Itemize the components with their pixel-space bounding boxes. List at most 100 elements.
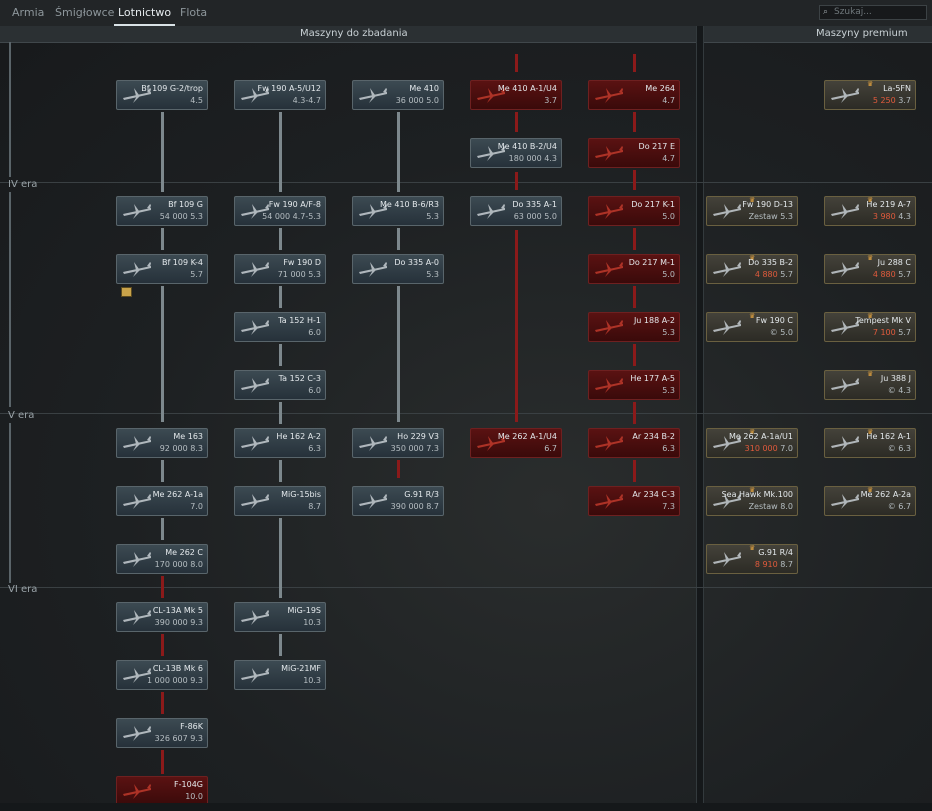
vehicle-card[interactable]: ♛ Fw 190 D-13 Zestaw 5.3	[706, 196, 798, 226]
vehicle-card[interactable]: Do 217 K-1 5.0	[588, 196, 680, 226]
vehicle-card[interactable]: Me 264 4.7	[588, 80, 680, 110]
vehicle-card[interactable]: Ju 188 A-2 5.3	[588, 312, 680, 342]
vehicle-info: 6.7	[544, 444, 557, 453]
vehicle-card[interactable]: ♛ Tempest Mk V7 100 5.7	[824, 312, 916, 342]
vehicle-name: CL-13B Mk 6	[152, 664, 203, 673]
tab-smiglowce[interactable]: Śmigłowce	[55, 6, 114, 19]
vehicle-card[interactable]: Fw 190 D 71 000 5.3	[234, 254, 326, 284]
battle-rating: 4.7	[662, 96, 675, 105]
vehicle-card[interactable]: F-86K 326 607 9.3	[116, 718, 208, 748]
vehicle-cost: 180 000	[508, 154, 545, 163]
vehicle-card[interactable]: Me 410 B-6/R3 5.3	[352, 196, 444, 226]
premium-crown-icon: ♛	[749, 312, 756, 320]
aircraft-icon	[123, 436, 151, 451]
aircraft-icon	[595, 378, 623, 393]
vehicle-card[interactable]: Me 262 A-1a 7.0	[116, 486, 208, 516]
premium-crown-icon: ♛	[749, 544, 756, 552]
aircraft-icon	[241, 668, 269, 683]
vehicle-card[interactable]: Ta 152 H-1 6.0	[234, 312, 326, 342]
connector	[161, 460, 164, 482]
vehicle-card[interactable]: Fw 190 A-5/U12 4.3-4.7	[234, 80, 326, 110]
vehicle-card[interactable]: Bf 109 G-2/trop 4.5	[116, 80, 208, 110]
vehicle-info: 6.3	[308, 444, 321, 453]
vehicle-card[interactable]: G.91 R/3 390 000 8.7	[352, 486, 444, 516]
aircraft-icon	[713, 262, 741, 277]
tab-armia[interactable]: Armia	[12, 6, 44, 19]
vehicle-card[interactable]: Me 410 36 000 5.0	[352, 80, 444, 110]
modification-icon[interactable]	[121, 287, 132, 297]
tab-flota[interactable]: Flota	[180, 6, 207, 19]
connector	[161, 692, 164, 714]
connector	[397, 286, 400, 422]
research-header: Maszyny do zbadania	[300, 28, 408, 39]
vehicle-info: 4.7	[662, 154, 675, 163]
vehicle-info: 3.7	[544, 96, 557, 105]
aircraft-icon	[241, 494, 269, 509]
vehicle-card[interactable]: ♛ He 162 A-1 © 6.3	[824, 428, 916, 458]
connector	[633, 170, 636, 190]
vehicle-name: Me 410 A-1/U4	[497, 84, 557, 93]
connector	[161, 228, 164, 250]
vehicle-card[interactable]: Me 410 B-2/U4 180 000 4.3	[470, 138, 562, 168]
vehicle-card[interactable]: MiG-19S 10.3	[234, 602, 326, 632]
vehicle-card[interactable]: Fw 190 A/F-8 54 000 4.7-5.3	[234, 196, 326, 226]
battle-rating: 4.7	[662, 154, 675, 163]
battle-rating: 4.3	[898, 212, 911, 221]
vehicle-info: © 5.0	[770, 328, 793, 337]
search-input[interactable]: ⌕ Szukaj...	[819, 5, 927, 20]
vehicle-info: 5.0	[662, 270, 675, 279]
vehicle-card[interactable]: Ar 234 B-2 6.3	[588, 428, 680, 458]
vehicle-card[interactable]: MiG-15bis 8.7	[234, 486, 326, 516]
vehicle-info: 36 000 5.0	[396, 96, 439, 105]
vehicle-card[interactable]: ♛ Me 262 A-1a/U1 310 000 7.0	[706, 428, 798, 458]
vehicle-card[interactable]: Me 262 C 170 000 8.0	[116, 544, 208, 574]
vehicle-card[interactable]: ♛ G.91 R/4 8 910 8.7	[706, 544, 798, 574]
vehicle-card[interactable]: CL-13A Mk 5 390 000 9.3	[116, 602, 208, 632]
vehicle-card[interactable]: Me 262 A-1/U4 6.7	[470, 428, 562, 458]
vehicle-cost: 390 000	[154, 618, 191, 627]
aircraft-icon	[713, 552, 741, 567]
vehicle-card[interactable]: Ar 234 C-3 7.3	[588, 486, 680, 516]
vehicle-card[interactable]: ♛ La-5FN 5 250 3.7	[824, 80, 916, 110]
vehicle-cost: 3 980	[872, 212, 899, 221]
vehicle-card[interactable]: He 162 A-2 6.3	[234, 428, 326, 458]
aircraft-icon	[477, 204, 505, 219]
vehicle-info: 6.3	[662, 444, 675, 453]
vehicle-card[interactable]: ♛ Fw 190 C © 5.0	[706, 312, 798, 342]
vehicle-name: La-5FN	[883, 84, 911, 93]
vehicle-name: Ju 288 C	[877, 258, 911, 267]
vehicle-card[interactable]: Do 217 M-1 5.0	[588, 254, 680, 284]
vehicle-card[interactable]: CL-13B Mk 6 1 000 000 9.3	[116, 660, 208, 690]
vehicle-card[interactable]: ♛ Me 262 A-2a © 6.7	[824, 486, 916, 516]
vehicle-card[interactable]: Me 163 92 000 8.3	[116, 428, 208, 458]
vehicle-card[interactable]: Bf 109 K-4 5.7	[116, 254, 208, 284]
vehicle-info: 170 000 8.0	[155, 560, 203, 569]
vehicle-card[interactable]: Ho 229 V3 350 000 7.3	[352, 428, 444, 458]
vehicle-info: 8 910 8.7	[755, 560, 793, 569]
vehicle-card[interactable]: Bf 109 G 54 000 5.3	[116, 196, 208, 226]
vehicle-card[interactable]: ♛ Sea Hawk Mk.100 Zestaw 8.0	[706, 486, 798, 516]
vehicle-card[interactable]: Do 335 A-1 63 000 5.0	[470, 196, 562, 226]
vehicle-card[interactable]: He 177 A-5 5.3	[588, 370, 680, 400]
aircraft-icon	[595, 204, 623, 219]
vehicle-info: 4.5	[190, 96, 203, 105]
vehicle-card[interactable]: Ta 152 C-3 6.0	[234, 370, 326, 400]
battle-rating: 5.7	[898, 328, 911, 337]
vehicle-card[interactable]: Do 217 E 4.7	[588, 138, 680, 168]
tab-lotnictwo[interactable]: Lotnictwo	[113, 6, 176, 26]
vehicle-card[interactable]: ♛ Ju 388 J © 4.3	[824, 370, 916, 400]
vehicle-card[interactable]: ♛ Ju 288 C 4 880 5.7	[824, 254, 916, 284]
premium-divider	[696, 26, 704, 811]
vehicle-card[interactable]: Do 335 A-0 5.3	[352, 254, 444, 284]
aircraft-icon	[595, 320, 623, 335]
vehicle-card[interactable]: F-104G 10.0	[116, 776, 208, 806]
connector	[397, 228, 400, 250]
battle-rating: 6.0	[308, 328, 321, 337]
vehicle-info: 180 000 4.3	[509, 154, 557, 163]
vehicle-card[interactable]: MiG-21MF 10.3	[234, 660, 326, 690]
vehicle-card[interactable]: ♛ Do 335 B-2 4 880 5.7	[706, 254, 798, 284]
tech-tree-area[interactable]	[0, 43, 932, 811]
vehicle-card[interactable]: ♛ He 219 A-7 3 980 4.3	[824, 196, 916, 226]
vehicle-card[interactable]: Me 410 A-1/U4 3.7	[470, 80, 562, 110]
vehicle-name: Fw 190 D	[283, 258, 321, 267]
